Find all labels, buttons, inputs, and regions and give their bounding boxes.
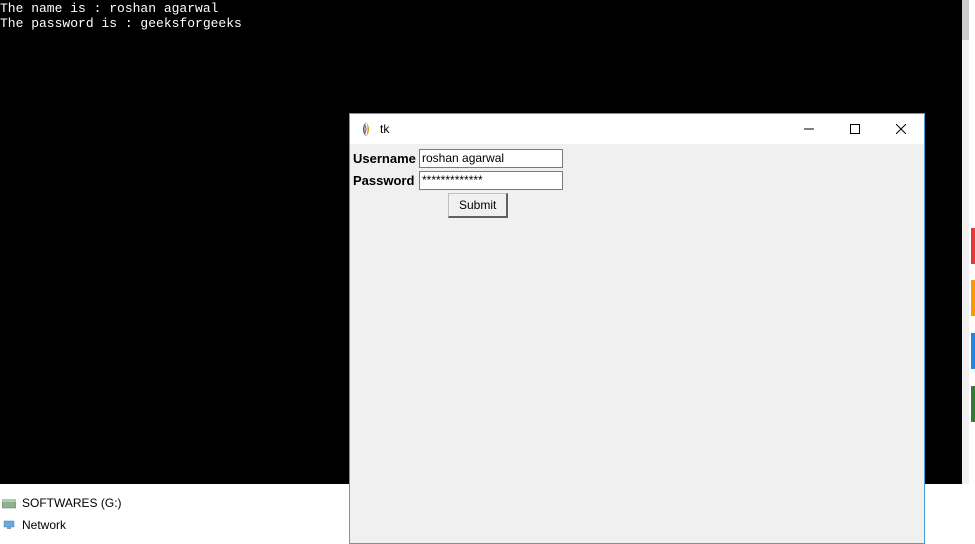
terminal-output-line: The name is : roshan agarwal [0,1,218,16]
password-input[interactable] [419,171,563,190]
tk-titlebar[interactable]: tk [350,114,924,144]
tk-title-text: tk [380,122,389,136]
edge-accent [971,333,975,369]
close-button[interactable] [878,114,924,144]
password-label: Password [353,173,419,188]
username-input[interactable] [419,149,563,168]
drive-item-softwares[interactable]: SOFTWARES (G:) [0,492,350,514]
network-icon [2,519,16,531]
tk-app-icon [358,121,374,137]
window-controls [786,114,924,144]
tk-window: tk Username Password Submit [349,113,925,544]
edge-accent [971,228,975,264]
drive-label: SOFTWARES (G:) [22,496,122,510]
terminal-output-line: The password is : geeksforgeeks [0,16,242,31]
edge-accent [971,386,975,422]
maximize-button[interactable] [832,114,878,144]
username-row: Username [353,147,921,169]
network-item[interactable]: Network [0,514,350,536]
submit-button[interactable]: Submit [448,193,508,218]
minimize-button[interactable] [786,114,832,144]
tk-form-body: Username Password Submit [350,144,924,221]
right-edge-decoration [969,0,975,544]
edge-accent [971,280,975,316]
submit-row: Submit [353,191,921,218]
explorer-sidebar: SOFTWARES (G:) Network [0,484,350,544]
username-label: Username [353,151,419,166]
drive-icon [2,497,16,509]
password-row: Password [353,169,921,191]
network-label: Network [22,518,66,532]
